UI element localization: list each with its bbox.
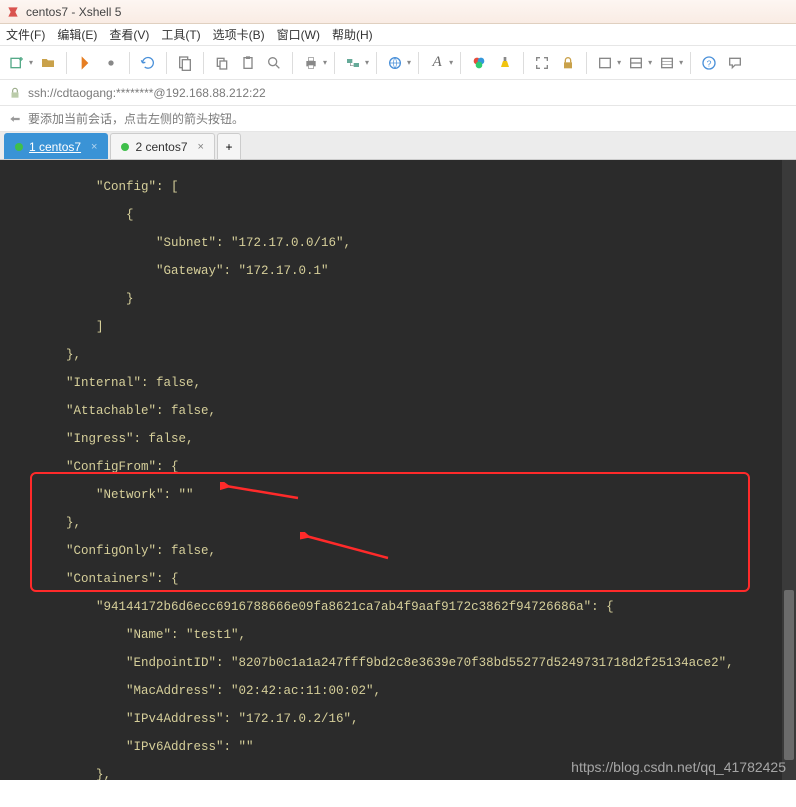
menu-window[interactable]: 窗口(W) xyxy=(277,26,320,43)
term-line: "Config": [ xyxy=(6,180,179,194)
dropdown-icon[interactable]: ▾ xyxy=(449,58,453,67)
close-icon[interactable]: × xyxy=(91,141,97,153)
scrollbar-thumb[interactable] xyxy=(784,590,794,760)
window-title: centos7 - Xshell 5 xyxy=(26,5,121,19)
print-icon[interactable] xyxy=(300,52,322,74)
separator xyxy=(334,52,335,74)
tab-label: 2 centos7 xyxy=(135,140,187,154)
layout2-icon[interactable] xyxy=(625,52,647,74)
dropdown-icon[interactable]: ▾ xyxy=(617,58,621,67)
separator xyxy=(690,52,691,74)
annotation-arrow-icon xyxy=(220,482,300,502)
open-icon[interactable] xyxy=(37,52,59,74)
status-dot-icon xyxy=(15,143,23,151)
address-text[interactable]: ssh://cdtaogang:********@192.168.88.212:… xyxy=(28,86,266,100)
term-line: "Attachable": false, xyxy=(6,404,216,418)
term-line: ] xyxy=(6,320,104,334)
terminal-pane[interactable]: "Config": [ { "Subnet": "172.17.0.0/16",… xyxy=(0,160,796,780)
host-icon xyxy=(8,86,22,100)
dropdown-icon[interactable]: ▾ xyxy=(679,58,683,67)
comment-icon[interactable] xyxy=(724,52,746,74)
separator xyxy=(460,52,461,74)
menu-help[interactable]: 帮助(H) xyxy=(332,26,373,43)
dropdown-icon[interactable]: ▾ xyxy=(648,58,652,67)
term-line: } xyxy=(6,292,134,306)
dropdown-icon[interactable]: ▾ xyxy=(365,58,369,67)
watermark-text: https://blog.csdn.net/qq_41782425 xyxy=(571,760,786,774)
app-logo-icon xyxy=(6,5,20,19)
separator xyxy=(376,52,377,74)
paste-icon[interactable] xyxy=(237,52,259,74)
toolbar: ▾ ▾ ▾ ▾ A▾ ▾ ▾ ▾ ? xyxy=(0,46,796,80)
address-bar: ssh://cdtaogang:********@192.168.88.212:… xyxy=(0,80,796,106)
transfer-icon[interactable] xyxy=(342,52,364,74)
window-titlebar: centos7 - Xshell 5 xyxy=(0,0,796,24)
font-icon[interactable]: A xyxy=(426,52,448,74)
term-line: "94144172b6d6ecc6916788666e09fa8621ca7ab… xyxy=(6,600,614,614)
term-line: }, xyxy=(6,768,111,780)
term-line: "Gateway": "172.17.0.1" xyxy=(6,264,329,278)
separator xyxy=(203,52,204,74)
term-line: "EndpointID": "8207b0c1a1a247fff9bd2c8e3… xyxy=(6,656,734,670)
status-dot-icon xyxy=(121,143,129,151)
svg-text:?: ? xyxy=(707,58,712,68)
properties-icon[interactable] xyxy=(174,52,196,74)
separator xyxy=(166,52,167,74)
tab-centos7-2[interactable]: 2 centos7 × xyxy=(110,133,214,159)
term-line: }, xyxy=(6,348,81,362)
term-line: "Ingress": false, xyxy=(6,432,194,446)
dropdown-icon[interactable]: ▾ xyxy=(323,58,327,67)
term-line: { xyxy=(6,208,134,222)
dropdown-icon[interactable]: ▾ xyxy=(407,58,411,67)
term-line: }, xyxy=(6,516,81,530)
separator xyxy=(523,52,524,74)
separator xyxy=(292,52,293,74)
term-line: "Internal": false, xyxy=(6,376,201,390)
help-icon[interactable]: ? xyxy=(698,52,720,74)
term-line: "IPv6Address": "" xyxy=(6,740,254,754)
hint-bar: 要添加当前会话，点击左侧的箭头按钮。 xyxy=(0,106,796,132)
term-line: "Name": "test1", xyxy=(6,628,246,642)
term-line: "Network": "" xyxy=(6,488,194,502)
term-line: "MacAddress": "02:42:ac:11:00:02", xyxy=(6,684,381,698)
layout3-icon[interactable] xyxy=(656,52,678,74)
menu-file[interactable]: 文件(F) xyxy=(6,26,45,43)
new-tab-button[interactable]: + xyxy=(217,133,241,159)
color-icon[interactable] xyxy=(468,52,490,74)
close-icon[interactable]: × xyxy=(198,141,204,153)
disconnect-icon[interactable] xyxy=(100,52,122,74)
find-icon[interactable] xyxy=(263,52,285,74)
menu-tools[interactable]: 工具(T) xyxy=(161,26,200,43)
tab-bar: 1 centos7 × 2 centos7 × + xyxy=(0,132,796,160)
highlight-icon[interactable] xyxy=(494,52,516,74)
term-line: "Subnet": "172.17.0.0/16", xyxy=(6,236,351,250)
tab-label: 1 centos7 xyxy=(29,140,81,154)
menu-bar: 文件(F) 编辑(E) 查看(V) 工具(T) 选项卡(B) 窗口(W) 帮助(… xyxy=(0,24,796,46)
separator xyxy=(586,52,587,74)
hint-text: 要添加当前会话，点击左侧的箭头按钮。 xyxy=(28,110,244,127)
menu-tabs[interactable]: 选项卡(B) xyxy=(213,26,265,43)
reconnect-icon[interactable] xyxy=(137,52,159,74)
menu-edit[interactable]: 编辑(E) xyxy=(57,26,97,43)
layout1-icon[interactable] xyxy=(594,52,616,74)
scrollbar[interactable] xyxy=(782,160,796,780)
dropdown-icon[interactable]: ▾ xyxy=(29,58,33,67)
globe-icon[interactable] xyxy=(384,52,406,74)
annotation-arrow-icon xyxy=(300,532,390,562)
separator xyxy=(66,52,67,74)
term-line: "ConfigFrom": { xyxy=(6,460,179,474)
copy-icon[interactable] xyxy=(211,52,233,74)
lock-icon[interactable] xyxy=(557,52,579,74)
term-line: "ConfigOnly": false, xyxy=(6,544,216,558)
fullscreen-icon[interactable] xyxy=(531,52,553,74)
term-line: "Containers": { xyxy=(6,572,179,586)
separator xyxy=(129,52,130,74)
new-session-icon[interactable] xyxy=(6,52,28,74)
arrow-hint-icon[interactable] xyxy=(8,112,22,126)
menu-view[interactable]: 查看(V) xyxy=(109,26,149,43)
connect-icon[interactable] xyxy=(74,52,96,74)
separator xyxy=(418,52,419,74)
tab-centos7-1[interactable]: 1 centos7 × xyxy=(4,133,108,159)
term-line: "IPv4Address": "172.17.0.2/16", xyxy=(6,712,359,726)
